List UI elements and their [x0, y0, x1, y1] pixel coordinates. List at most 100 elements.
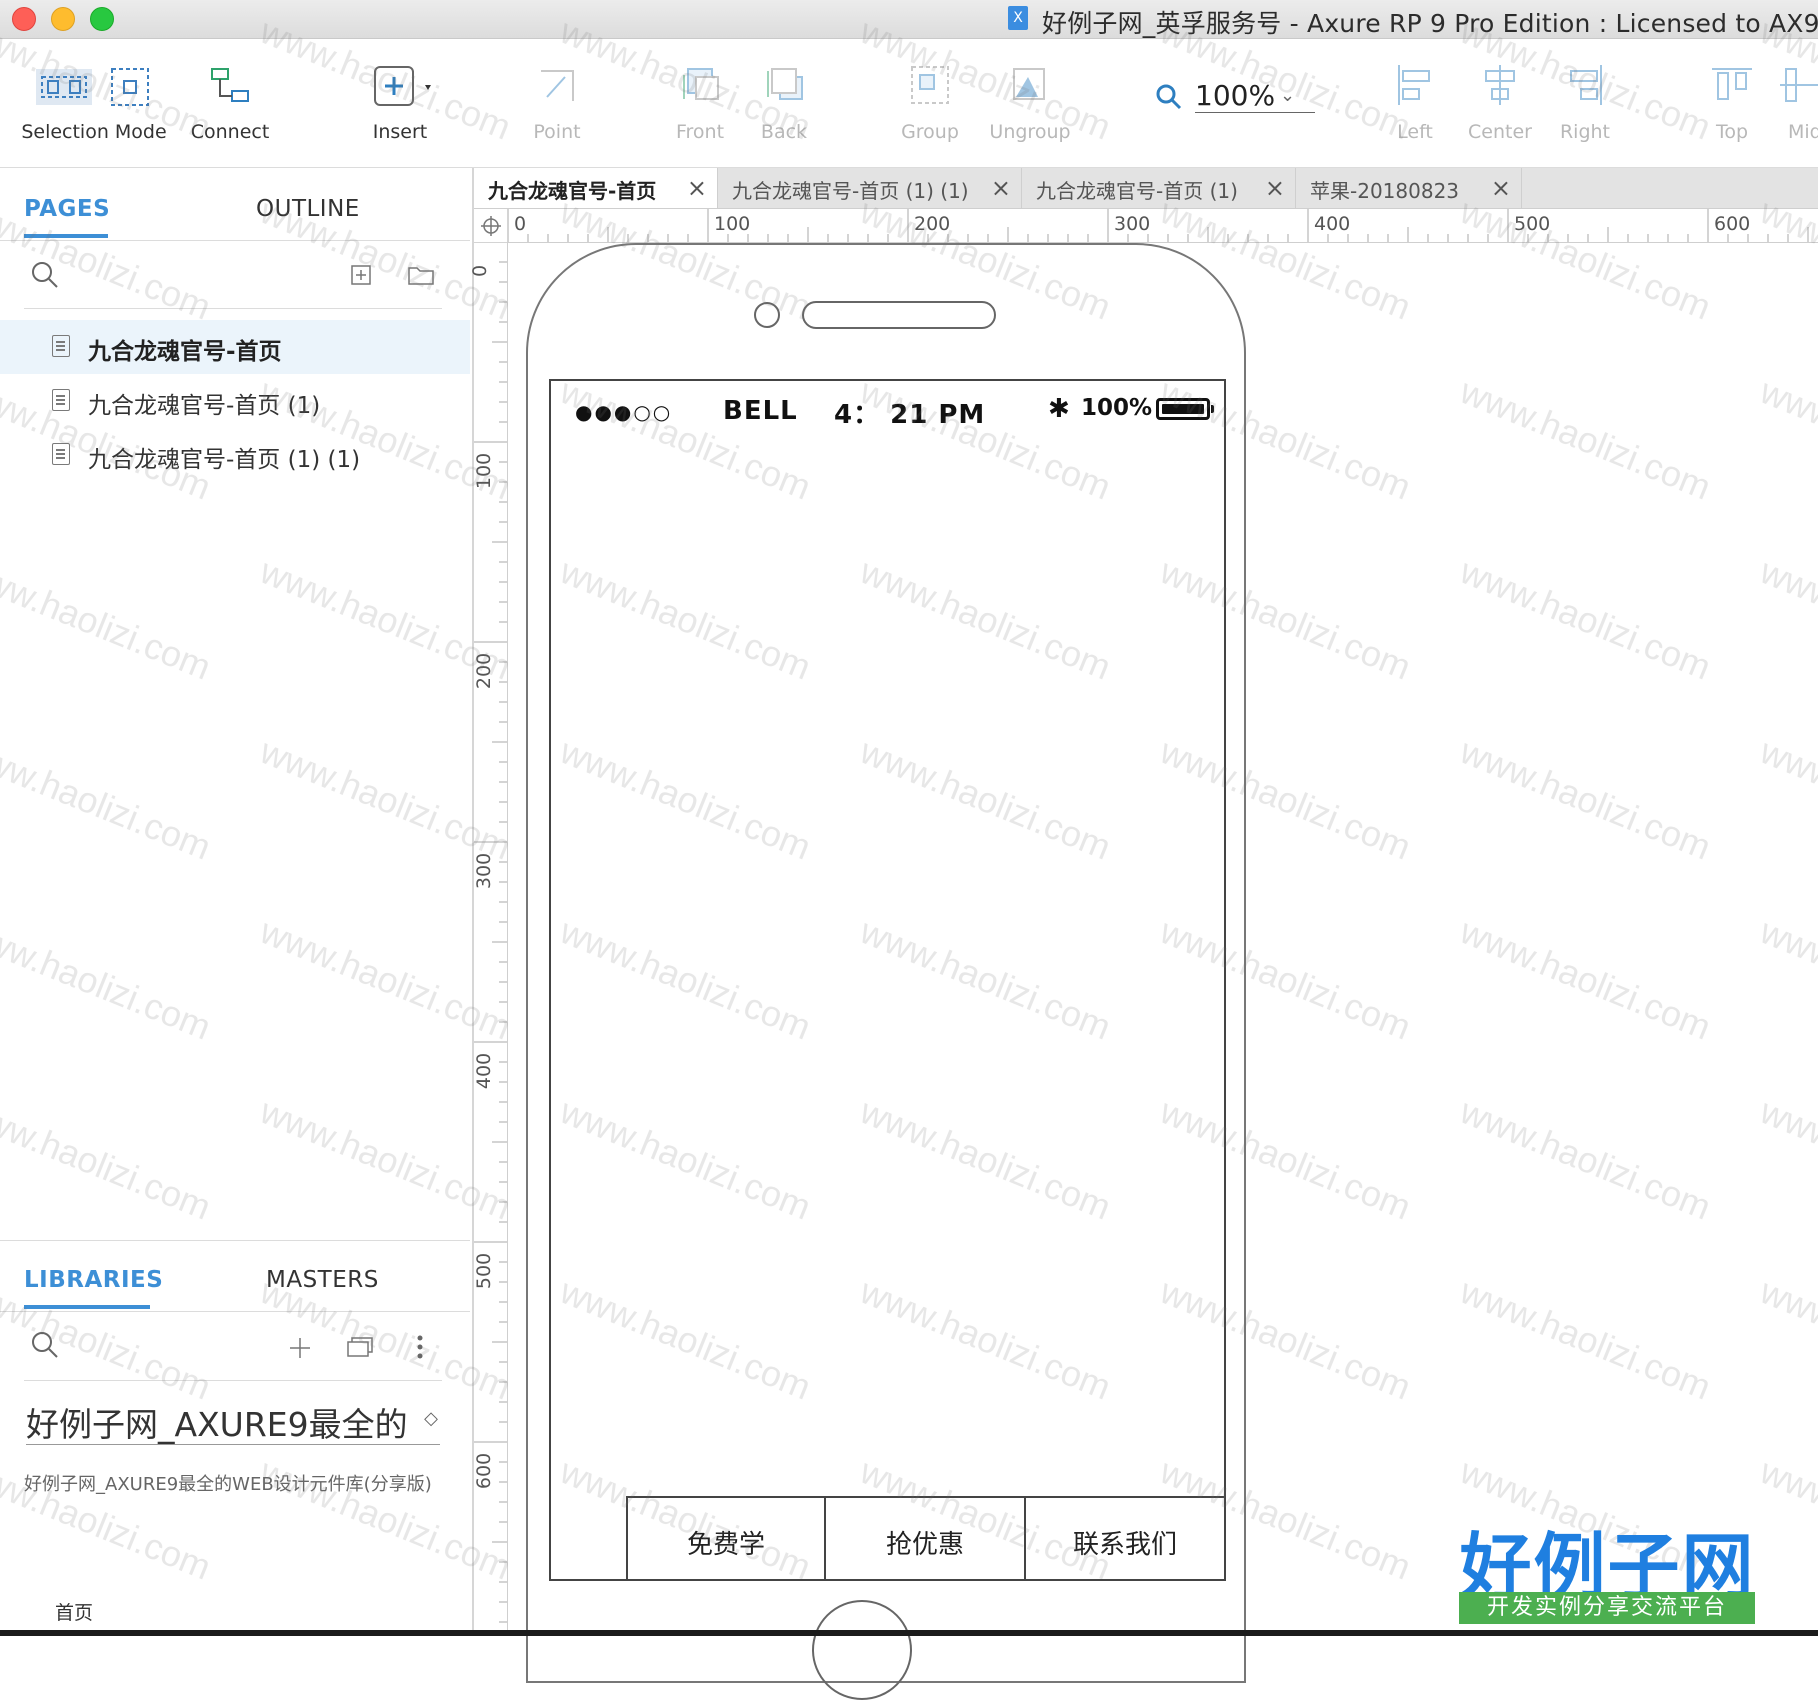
status-time: 4： 21 PM — [834, 400, 986, 430]
ruler-v-label: 200 — [473, 652, 496, 690]
ruler-origin-crosshair-icon[interactable] — [480, 215, 502, 237]
tab-libraries[interactable]: LIBRARIES — [24, 1267, 163, 1293]
contact-us-button[interactable]: 联系我们 — [1024, 1496, 1226, 1581]
library-select[interactable]: 好例子网_AXURE9最全的 ◇ — [26, 1398, 440, 1445]
align-left-label: Left — [1397, 121, 1433, 143]
align-left-button[interactable]: Left — [1378, 39, 1452, 167]
close-tab-icon[interactable]: × — [1491, 174, 1511, 202]
send-back-icon — [767, 68, 803, 100]
library-select-value: 好例子网_AXURE9最全的 — [26, 1405, 408, 1444]
title-bar: X 好例子网_英孚服务号 - Axure RP 9 Pro Edition : … — [0, 0, 1818, 39]
document-tabs: 九合龙魂官号-首页 × 九合龙魂官号-首页 (1) (1) × 九合龙魂官号-首… — [474, 168, 1818, 209]
signal-strength-icon: ●●●○○ — [575, 400, 673, 424]
doc-tab[interactable]: 九合龙魂官号-首页 × — [474, 168, 718, 208]
panels-divider — [0, 1240, 470, 1241]
align-center-label: Center — [1468, 121, 1532, 143]
tab-outline[interactable]: OUTLINE — [256, 196, 360, 222]
front-button[interactable]: Front — [660, 39, 740, 167]
align-right-label: Right — [1559, 121, 1611, 143]
add-page-icon[interactable] — [350, 264, 372, 286]
bring-front-icon — [683, 68, 719, 100]
phone-screen[interactable] — [549, 379, 1226, 1581]
page-item[interactable]: 九合龙魂官号-首页 (1) — [0, 374, 470, 428]
ruler-h-label: 300 — [1114, 213, 1151, 235]
free-learn-button[interactable]: 免费学 — [626, 1496, 826, 1581]
minimize-window-button[interactable] — [51, 7, 75, 31]
more-options-icon[interactable] — [414, 1334, 426, 1360]
vertical-ruler: 0 100 200 300 400 500 600 — [469, 242, 508, 1636]
add-folder-icon[interactable] — [407, 264, 435, 286]
selection-mode-button[interactable]: Selection Mode — [14, 39, 174, 167]
page-document-icon — [52, 443, 70, 465]
pages-search-icon[interactable] — [30, 260, 60, 290]
point-button[interactable]: Point — [517, 39, 597, 167]
haolizi-logo-watermark: 好例子网 开发实例分享交流平台 — [1455, 1508, 1760, 1628]
ruler-v-label: 500 — [473, 1252, 496, 1290]
nav-button-label: 联系我们 — [1072, 1530, 1177, 1560]
bottom-edge — [0, 1630, 1818, 1636]
doc-tab[interactable]: 苹果-20180823 × — [1296, 168, 1522, 208]
point-label: Point — [533, 121, 581, 143]
maximize-window-button[interactable] — [90, 7, 114, 31]
page-document-icon — [52, 335, 70, 357]
close-tab-icon[interactable]: × — [991, 174, 1011, 202]
align-right-button[interactable]: Right — [1548, 39, 1622, 167]
front-label: Front — [675, 121, 725, 143]
ruler-h-label: 400 — [1314, 213, 1351, 235]
horizontal-ruler: 0 100 200 300 400 500 600 — [474, 209, 1818, 243]
phone-home-button — [812, 1600, 912, 1700]
page-item-selected[interactable]: 九合龙魂官号-首页 — [0, 320, 470, 374]
tab-pages-underline — [24, 234, 108, 238]
insert-button[interactable]: Insert — [355, 39, 445, 167]
ruler-h-label: 600 — [1714, 213, 1751, 235]
align-middle-icon — [1780, 68, 1818, 102]
align-top-button[interactable]: Top — [1695, 39, 1769, 167]
insert-plus-icon — [374, 66, 431, 106]
group-label: Group — [901, 121, 959, 143]
close-tab-icon[interactable]: × — [687, 174, 707, 202]
align-middle-button[interactable]: Mid — [1778, 39, 1818, 167]
phone-speaker — [802, 301, 996, 329]
tab-masters[interactable]: MASTERS — [266, 1267, 379, 1293]
align-center-button[interactable]: Center — [1460, 39, 1540, 167]
doc-tab[interactable]: 九合龙魂官号-首页 (1) × — [1022, 168, 1296, 208]
insert-label: Insert — [372, 121, 428, 143]
ruler-h-label: 200 — [914, 213, 951, 235]
align-left-icon — [1398, 65, 1430, 105]
connect-button[interactable]: Connect — [185, 39, 275, 167]
group-button[interactable]: Group — [890, 39, 970, 167]
add-library-icon[interactable] — [288, 1336, 312, 1360]
connect-label: Connect — [190, 121, 270, 143]
page-label: 九合龙魂官号-首页 — [88, 339, 282, 365]
bottom-page-label: 首页 — [55, 1602, 94, 1624]
battery-fill — [1162, 404, 1204, 414]
tab-libraries-underline — [24, 1305, 150, 1309]
nav-button-label: 抢优惠 — [885, 1530, 964, 1560]
ruler-v-label: 600 — [473, 1452, 496, 1490]
grab-discount-button[interactable]: 抢优惠 — [824, 1496, 1026, 1581]
window-title: 好例子网_英孚服务号 - Axure RP 9 Pro Edition : Li… — [1042, 9, 1818, 38]
ruler-h-label: 500 — [1514, 213, 1551, 235]
ruler-v-label: 0 — [469, 264, 492, 278]
align-center-icon — [1485, 65, 1515, 105]
ungroup-button[interactable]: Ungroup — [985, 39, 1075, 167]
page-label: 九合龙魂官号-首页 (1) — [88, 393, 321, 419]
group-icon — [911, 66, 949, 104]
align-top-label: Top — [1715, 121, 1749, 143]
close-tab-icon[interactable]: × — [1265, 174, 1285, 202]
page-item[interactable]: 九合龙魂官号-首页 (1) (1) — [0, 428, 470, 482]
back-button[interactable]: Back — [744, 39, 824, 167]
libraries-search-icon[interactable] — [30, 1330, 60, 1360]
libraries-search-divider — [24, 1380, 442, 1381]
carrier-name: BELL — [723, 396, 798, 426]
align-top-icon — [1712, 68, 1752, 100]
page-document-icon — [52, 389, 70, 411]
tab-pages[interactable]: PAGES — [24, 196, 110, 222]
library-windows-icon[interactable] — [346, 1334, 376, 1360]
library-chevron-icon: ◇ — [424, 1408, 438, 1429]
ruler-v-label: 300 — [473, 852, 496, 890]
doc-tab[interactable]: 九合龙魂官号-首页 (1) (1) × — [718, 168, 1022, 208]
ruler-v-label: 400 — [473, 1052, 496, 1090]
close-window-button[interactable] — [12, 7, 36, 31]
zoom-search-icon — [1156, 84, 1182, 110]
